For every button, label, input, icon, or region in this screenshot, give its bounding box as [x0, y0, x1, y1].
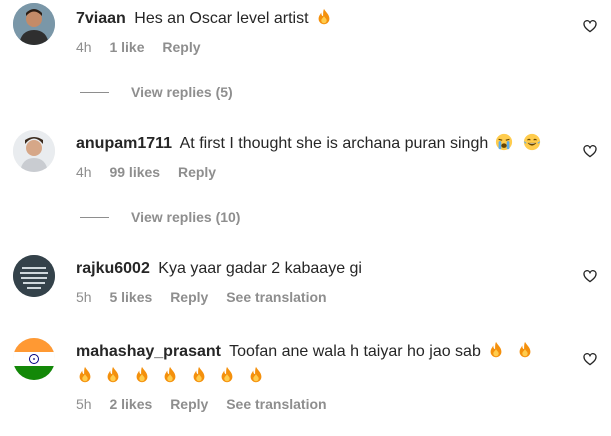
fire-emoji [315, 8, 333, 26]
avatar-image [13, 255, 55, 297]
avatar[interactable] [13, 3, 55, 45]
comment-time: 5h [76, 396, 92, 412]
comment-text: At first I thought she is archana puran … [179, 135, 489, 152]
divider-line [80, 216, 109, 218]
avatar-image [13, 3, 55, 45]
fire-emoji [190, 366, 208, 384]
see-translation-button[interactable]: See translation [226, 396, 326, 412]
comment-text: Hes an Oscar level artist [134, 10, 309, 27]
emoji-line [76, 365, 571, 389]
comment-likes[interactable]: 5 likes [109, 289, 152, 305]
comment-likes[interactable]: 2 likes [109, 396, 152, 412]
view-replies-button[interactable]: View replies (5) [80, 84, 233, 100]
loudly-crying-emoji [495, 133, 513, 151]
comment-username[interactable]: mahashay_prasant [76, 343, 221, 360]
comment-text: Toofan ane wala h taiyar ho jao sab [229, 343, 481, 360]
view-replies-button[interactable]: View replies (10) [80, 209, 240, 225]
fire-emoji [516, 341, 534, 359]
comment-username[interactable]: anupam1711 [76, 135, 172, 152]
joy-emoji [523, 133, 541, 151]
reply-button[interactable]: Reply [178, 164, 216, 180]
avatar[interactable] [13, 130, 55, 172]
fire-emoji [247, 366, 265, 384]
fire-emoji [218, 366, 236, 384]
view-replies-label[interactable]: View replies (5) [131, 84, 233, 100]
comment-likes[interactable]: 1 like [109, 39, 144, 55]
fire-emoji [161, 366, 179, 384]
fire-emoji [76, 366, 94, 384]
comment-time: 4h [76, 164, 92, 180]
view-replies-label[interactable]: View replies (10) [131, 209, 240, 225]
heart-outline-icon[interactable] [582, 268, 598, 284]
comment-likes[interactable]: 99 likes [109, 164, 160, 180]
fire-emoji [487, 341, 505, 359]
heart-outline-icon[interactable] [582, 143, 598, 159]
heart-outline-icon[interactable] [582, 351, 598, 367]
comment-time: 5h [76, 289, 92, 305]
avatar[interactable] [13, 255, 55, 297]
avatar[interactable] [13, 338, 55, 380]
reply-button[interactable]: Reply [162, 39, 200, 55]
see-translation-button[interactable]: See translation [226, 289, 326, 305]
india-flag [13, 338, 55, 380]
avatar-image [13, 130, 55, 172]
comment-text: Kya yaar gadar 2 kabaaye gi [158, 260, 362, 277]
divider-line [80, 91, 109, 93]
fire-emoji [104, 366, 122, 384]
fire-emoji [133, 366, 151, 384]
comment-username[interactable]: rajku6002 [76, 260, 150, 277]
comment-username[interactable]: 7viaan [76, 10, 126, 27]
reply-button[interactable]: Reply [170, 396, 208, 412]
heart-outline-icon[interactable] [582, 18, 598, 34]
reply-button[interactable]: Reply [170, 289, 208, 305]
comment-time: 4h [76, 39, 92, 55]
